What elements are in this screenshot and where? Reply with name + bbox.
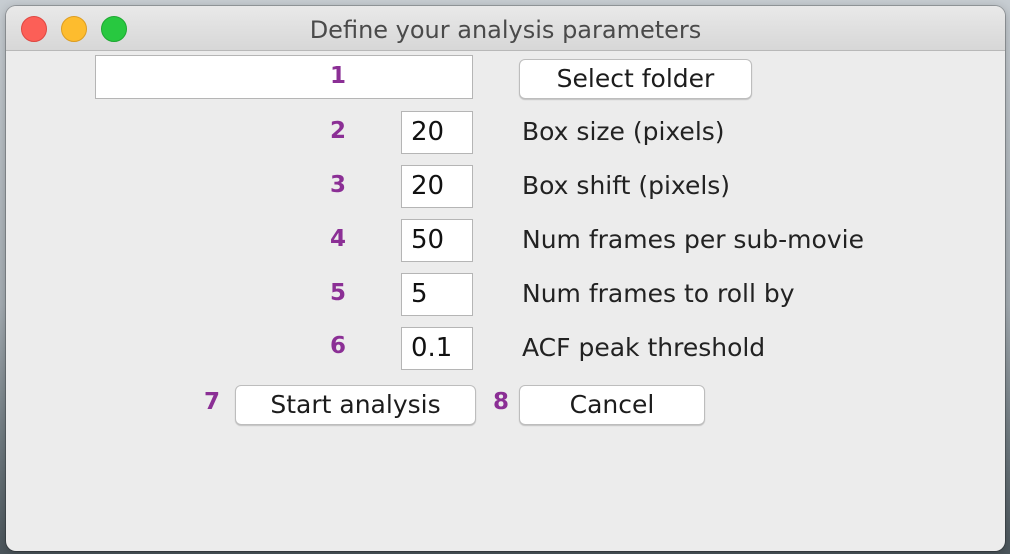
frames-to-roll-by-input[interactable]: 5 [401, 273, 473, 316]
annotation-number-8: 8 [492, 389, 509, 415]
box-shift-label: Box shift (pixels) [522, 171, 731, 200]
annotation-number-3: 3 [329, 172, 346, 198]
box-shift-input[interactable]: 20 [401, 165, 473, 208]
annotation-number-4: 4 [329, 226, 346, 252]
acf-peak-threshold-label: ACF peak threshold [522, 333, 766, 362]
folder-path-field[interactable] [95, 55, 473, 99]
frames-per-sub-movie-input[interactable]: 50 [401, 219, 473, 262]
box-size-label: Box size (pixels) [522, 117, 725, 146]
dialog-window: Define your analysis parameters 1 Select… [6, 6, 1005, 551]
acf-peak-threshold-input[interactable]: 0.1 [401, 327, 473, 370]
title-bar[interactable]: Define your analysis parameters [6, 6, 1005, 51]
annotation-number-7: 7 [203, 389, 220, 415]
window-title: Define your analysis parameters [309, 16, 702, 44]
cancel-button[interactable]: Cancel [519, 385, 705, 425]
box-size-input[interactable]: 20 [401, 111, 473, 154]
annotation-number-6: 6 [329, 333, 346, 359]
frames-per-sub-movie-label: Num frames per sub-movie [522, 225, 864, 254]
frames-to-roll-by-label: Num frames to roll by [522, 279, 795, 308]
annotation-number-1: 1 [329, 63, 346, 89]
start-analysis-button[interactable]: Start analysis [235, 385, 476, 425]
annotation-number-2: 2 [329, 118, 346, 144]
annotation-number-5: 5 [329, 280, 346, 306]
select-folder-button[interactable]: Select folder [519, 59, 752, 99]
